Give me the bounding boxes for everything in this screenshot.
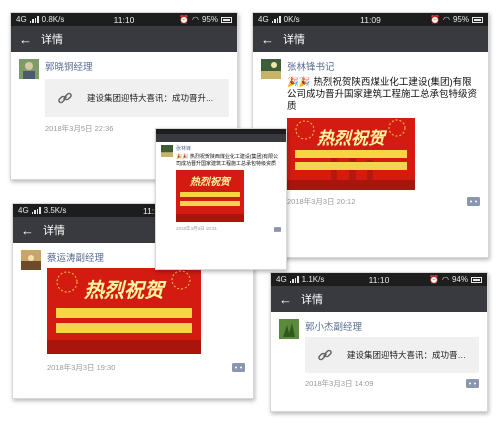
nav-bar: [156, 134, 286, 142]
celebration-banner-image[interactable]: 热烈祝贺: [47, 268, 201, 354]
celebration-banner-image[interactable]: 热烈祝贺: [287, 118, 415, 190]
comment-bubble-icon[interactable]: [467, 197, 480, 206]
alarm-icon: ⏰: [430, 15, 440, 24]
battery-percent: 95%: [201, 15, 218, 24]
signal-icon: [289, 276, 299, 283]
network-speed: 1.1K/s: [301, 275, 325, 284]
nav-bar: ← 详情: [253, 26, 488, 52]
chain-link-icon: [51, 84, 79, 112]
shared-link-card[interactable]: 建设集团迎特大喜讯：成功晋升...: [45, 79, 229, 117]
moment-card-5: 4G 1.1K/s 11:10 ⏰ ◠ 94% ← 详情 郭小杰副经理 建设集团…: [270, 272, 488, 412]
back-arrow-icon[interactable]: ←: [279, 293, 301, 306]
back-arrow-icon[interactable]: ←: [261, 33, 283, 46]
author-name[interactable]: 郭小杰副经理: [305, 319, 479, 333]
banner-title: 热烈祝贺: [84, 280, 164, 302]
shared-link-card[interactable]: 建设集团迎特大喜讯：成功晋升...: [305, 337, 479, 373]
signal-icon: [29, 16, 39, 23]
post-timestamp: 2018年3月3日 14:09: [305, 379, 374, 388]
author-name[interactable]: 张林锋书记: [287, 59, 480, 73]
moment-card-2: 4G 0K/s 11:09 ⏰ ◠ 95% ← 详情 张林锋书记 🎉🎉 热烈祝贺…: [252, 12, 489, 258]
alarm-icon: ⏰: [179, 15, 189, 24]
post-message: 热烈祝贺陕西煤业化工建设(集团)有限公司成功晋升国家建筑工程施工总承包特级资质: [287, 77, 478, 112]
chain-link-icon: [311, 341, 339, 369]
status-bar: 4G 0.8K/s 11:10 ⏰ ◠ 95%: [11, 13, 237, 26]
status-bar: 4G 1.1K/s 11:10 ⏰ ◠ 94%: [271, 273, 487, 286]
wifi-icon: ◠: [442, 275, 449, 284]
avatar[interactable]: [161, 145, 173, 157]
signal-icon: [31, 207, 41, 214]
battery-icon: [472, 16, 483, 23]
post-timestamp: 2018年3月3日 20:12: [287, 197, 356, 206]
link-title: 建设集团迎特大喜讯：成功晋升...: [87, 93, 214, 103]
post-timestamp: 2018年3月3日 19:30: [47, 363, 116, 372]
author-name[interactable]: 张林锋: [176, 145, 281, 152]
clock: 11:09: [360, 14, 381, 25]
moment-card-4: 张林锋 🎉🎉 热烈祝贺陕西煤业化工建设(集团)有限公司成功晋升国家建筑工程施工总…: [155, 128, 287, 270]
battery-icon: [471, 276, 482, 283]
clock: 11:10: [368, 274, 390, 285]
back-arrow-icon[interactable]: ←: [21, 224, 43, 237]
page-title: 详情: [301, 294, 323, 306]
comment-bubble-icon[interactable]: [466, 379, 479, 388]
post-timestamp: 2018年3月5日 22:36: [45, 124, 114, 133]
banner-title: 热烈祝贺: [190, 177, 230, 188]
alarm-icon: ⏰: [429, 275, 439, 284]
network-type: 4G: [16, 15, 27, 24]
banner-strip: [180, 201, 240, 206]
nav-bar: ← 详情: [271, 286, 487, 312]
author-name[interactable]: 郭晓铜经理: [45, 59, 229, 73]
status-bar: 4G 0K/s 11:09 ⏰ ◠ 95%: [253, 13, 488, 26]
network-type: 4G: [276, 275, 287, 284]
network-speed: 0K/s: [283, 15, 300, 24]
network-speed: 0.8K/s: [41, 15, 65, 24]
banner-strip: [56, 308, 192, 318]
network-type: 4G: [258, 15, 269, 24]
party-emoji: 🎉🎉: [176, 154, 189, 160]
avatar[interactable]: [261, 59, 281, 79]
comment-bubble-icon[interactable]: [274, 226, 281, 232]
link-title: 建设集团迎特大喜讯：成功晋升...: [347, 350, 473, 360]
clock: 11:10: [113, 14, 135, 25]
post-text: 🎉🎉 热烈祝贺陕西煤业化工建设(集团)有限公司成功晋升国家建筑工程施工总承包特级…: [176, 154, 281, 167]
post-message: 热烈祝贺陕西煤业化工建设(集团)有限公司成功晋升国家建筑工程施工总承包特级资质: [176, 154, 279, 167]
wifi-icon: ◠: [443, 15, 450, 24]
banner-title: 热烈祝贺: [317, 129, 385, 148]
banner-strip: [294, 150, 408, 158]
avatar[interactable]: [279, 319, 299, 339]
post-timestamp: 2018年3月3日 19:31: [176, 226, 218, 231]
post-text: 🎉🎉 热烈祝贺陕西煤业化工建设(集团)有限公司成功晋升国家建筑工程施工总承包特级…: [287, 77, 480, 113]
network-speed: 3.5K/s: [43, 206, 67, 215]
status-bar: [156, 129, 286, 134]
page-title: 详情: [41, 34, 63, 46]
avatar[interactable]: [19, 59, 39, 79]
page-title: 详情: [283, 34, 305, 46]
battery-percent: 94%: [451, 275, 468, 284]
battery-icon: [221, 16, 232, 23]
banner-strip: [180, 192, 240, 197]
party-emoji: 🎉🎉: [287, 77, 311, 88]
nav-bar: ← 详情: [11, 26, 237, 52]
network-type: 4G: [18, 206, 29, 215]
comment-bubble-icon[interactable]: [232, 363, 245, 372]
celebration-banner-image[interactable]: 热烈祝贺: [176, 170, 244, 222]
signal-icon: [271, 16, 281, 23]
banner-strip: [294, 162, 408, 170]
banner-strip: [56, 323, 192, 333]
back-arrow-icon[interactable]: ←: [19, 33, 41, 46]
wifi-icon: ◠: [192, 15, 199, 24]
page-title: 详情: [43, 225, 65, 237]
avatar[interactable]: [21, 250, 41, 270]
battery-percent: 95%: [452, 15, 469, 24]
